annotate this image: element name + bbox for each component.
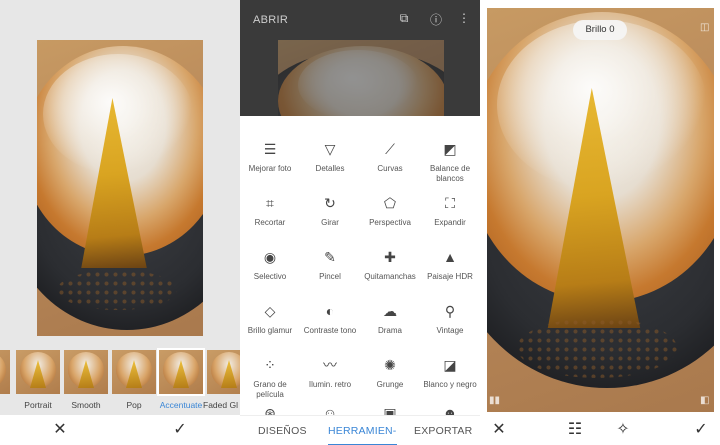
filter-thumb-pop[interactable] [112,350,156,394]
filter-label: Portrait [24,400,52,410]
filter-action-bar: ✕ ✓ [0,415,240,445]
filter-label: Faded Gl [203,400,238,410]
filter-thumb-smooth[interactable] [64,350,108,394]
adjust-panel: Brillo 0 ▮▮ ◧ ◫ ✕ ☷ ✧ ✓ [481,0,720,445]
open-button[interactable]: ABRIR [253,14,288,26]
tools-header: ABRIR ⧉ ⓘ ⋮ [240,0,480,116]
layers-icon[interactable]: ⧉ [396,11,412,26]
close-icon[interactable]: ✕ [489,420,509,440]
filter-thumb-0[interactable] [0,350,10,394]
photo-preview [37,40,203,336]
tab-disenos[interactable]: DISEÑOS [258,425,307,437]
diamond-icon: ◇ [264,303,276,319]
tool-paisaje-hdr[interactable]: ▲ Paisaje HDR [420,234,480,294]
tool-drama[interactable]: ☁ Drama [360,288,420,348]
crop-icon: ⌗ [266,195,274,211]
tool-curvas[interactable]: ⟋ Curvas [360,126,420,186]
tool-blanco-y-negro[interactable]: ◪ Blanco y negro [420,342,480,402]
tool-expandir[interactable]: ⛶ Expandir [420,180,480,240]
tab-exportar[interactable]: EXPORTAR [414,425,472,437]
tool-selectivo[interactable]: ◉ Selectivo [240,234,300,294]
tool-contraste-tono[interactable]: ◐ Contraste tono [300,288,360,348]
tools-panel: ABRIR ⧉ ⓘ ⋮ ☰ Mejorar foto ▽ Detalles ⟋ Cur… [240,0,480,445]
tool-pincel[interactable]: ✎ Pincel [300,234,360,294]
filter-label: Accentuate [159,400,203,410]
mountain-icon: ▲ [443,249,457,265]
tab-herramientas[interactable]: HERRAMIEN- [328,425,397,445]
wb-icon: ◩ [443,141,457,157]
tool-quitamanchas[interactable]: ✚ Quitamanchas [360,234,420,294]
contrast-icon: ◐ [325,303,335,319]
compare-icon[interactable]: ◧ [700,395,709,406]
tune-icon: ☰ [263,141,277,157]
magic-wand-icon[interactable]: ✧ [613,420,633,440]
check-icon[interactable]: ✓ [691,420,711,440]
close-icon[interactable]: ✕ [50,420,70,440]
filter-thumb-faded-glow[interactable] [207,350,240,394]
tool-grano-de-pelicula[interactable]: ⁘ Grano de película [240,342,300,402]
lamp-icon: ⚲ [444,303,456,319]
photo-preview-dimmed [278,40,444,116]
expand-icon: ⛶ [445,195,455,211]
perspective-icon: ⬠ [383,195,397,211]
adjust-action-bar: ✕ ☷ ✧ ✓ [481,415,720,445]
tool-recortar[interactable]: ⌗ Recortar [240,180,300,240]
filter-thumb-portrait[interactable] [16,350,60,394]
histogram-icon[interactable]: ▮▮ [489,395,500,406]
filter-panel: Portrait Smooth Pop Accentuate Faded Gl … [0,0,240,445]
tool-perspectiva[interactable]: ⬠ Perspectiva [360,180,420,240]
target-icon: ◉ [263,249,277,265]
bw-icon: ◪ [443,357,457,373]
tools-grid: ☰ Mejorar foto ▽ Detalles ⟋ Curvas ◩ Balance… [240,116,480,421]
check-icon[interactable]: ✓ [170,420,190,440]
tool-brillo-glamur[interactable]: ◇ Brillo glamur [240,288,300,348]
tool-ilumin-retro[interactable]: 〰 Ilumin. retro [300,342,360,402]
mustache-icon: 〰 [323,357,337,373]
curves-icon: ⟋ [385,141,395,157]
brush-icon: ✎ [324,249,336,265]
triangle-icon: ▽ [324,141,336,157]
split-icon[interactable]: ◫ [700,22,709,33]
filter-strip: Portrait Smooth Pop Accentuate Faded Gl [0,348,240,412]
filter-label: Pop [126,400,142,410]
cloud-icon: ☁ [383,303,397,319]
more-vert-icon[interactable]: ⋮ [456,11,472,25]
filter-thumb-accentuate[interactable] [157,348,205,396]
tool-detalles[interactable]: ▽ Detalles [300,126,360,186]
tool-vintage[interactable]: ⚲ Vintage [420,288,480,348]
tool-mejorar-foto[interactable]: ☰ Mejorar foto [240,126,300,186]
tool-girar[interactable]: ↻ Girar [300,180,360,240]
info-icon[interactable]: ⓘ [428,11,444,28]
tool-balance-de-blancos[interactable]: ◩ Balance de blancos [420,126,480,186]
filter-label: Smooth [71,400,101,410]
brightness-badge: Brillo 0 [573,20,627,40]
sliders-icon[interactable]: ☷ [565,420,585,440]
bandage-icon: ✚ [384,249,396,265]
tool-grunge[interactable]: ✺ Grunge [360,342,420,402]
bottom-tabs: DISEÑOS HERRAMIEN- EXPORTAR [240,415,480,445]
grain-icon: ⁘ [264,357,276,373]
photo-editor-canvas[interactable] [487,8,714,412]
grunge-icon: ✺ [384,357,396,373]
rotate-icon: ↻ [324,195,336,211]
